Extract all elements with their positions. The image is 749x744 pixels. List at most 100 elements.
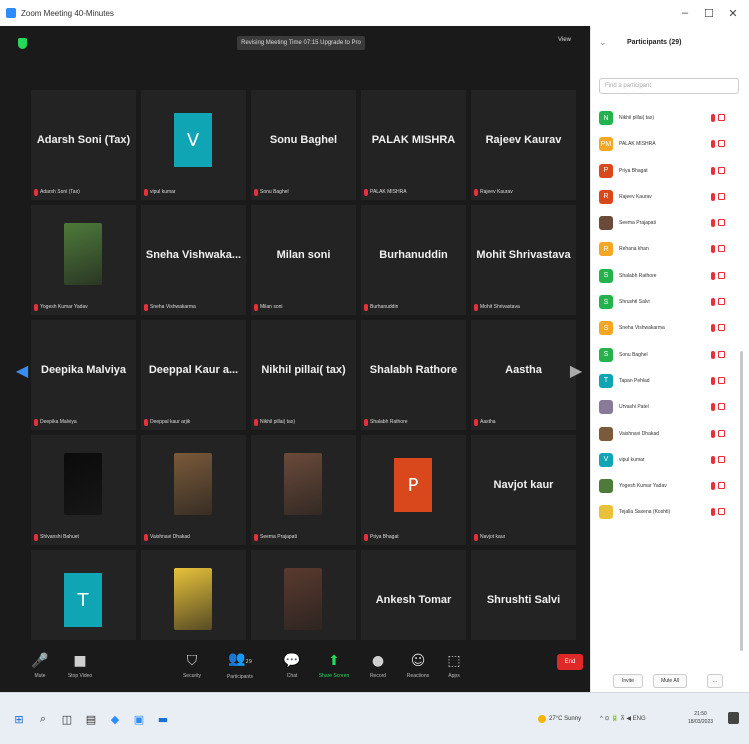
file-explorer-icon[interactable]: ▬ <box>156 712 170 726</box>
video-tile[interactable]: Navjot kaur Navjot kaur <box>471 435 576 545</box>
participant-row[interactable]: P Priya Bhagat <box>591 159 749 185</box>
muted-mic-icon <box>711 114 715 122</box>
chat-button[interactable]: 💬 Chat <box>270 644 314 688</box>
participant-name: Nikhil pillai( tax) <box>619 115 655 121</box>
mute-button[interactable]: 🎤 Mute <box>18 644 62 688</box>
video-off-icon <box>718 482 725 490</box>
participant-row[interactable]: R Rehana khan <box>591 237 749 263</box>
participant-row[interactable]: Tejalla Saxena (Koshti) <box>591 500 749 526</box>
video-tile[interactable]: Nikhil pillai( tax) Nikhil pillai( tax) <box>251 320 356 430</box>
video-tile[interactable]: Rajeev Kaurav Rajeev Kaurav <box>471 90 576 200</box>
view-button[interactable]: View <box>558 37 571 43</box>
video-tile[interactable]: Milan soni Milan soni <box>251 205 356 315</box>
video-tile[interactable]: Burhanuddin Burhanuddin <box>361 205 466 315</box>
invite-button[interactable]: Invite <box>613 674 643 688</box>
video-tile[interactable]: Vaishnavi Dhakad <box>141 435 246 545</box>
muted-mic-icon <box>711 140 715 149</box>
system-tray[interactable]: ^ ⊙ 🔋 ⊼ ◀ ENG <box>600 715 646 722</box>
video-grid: Adarsh Soni (Tax) Adarsh Soni (Tax) Vvipul… <box>31 90 577 662</box>
zoom-app-icon <box>6 8 16 18</box>
weather-text: 27°C Sunny <box>549 716 582 722</box>
security-button[interactable]: ⛉ Security <box>170 644 214 688</box>
weather-widget[interactable]: 27°C Sunny <box>538 715 581 723</box>
video-off-icon <box>718 114 725 121</box>
muted-mic-icon <box>34 533 38 541</box>
next-page-arrow-icon[interactable]: ▶ <box>566 336 586 406</box>
muted-mic-icon <box>34 418 38 426</box>
participant-row[interactable]: Urvashi Patel <box>591 395 749 421</box>
apps-button[interactable]: ⬚ Apps <box>432 644 476 688</box>
participant-row[interactable]: S Sneha Vishwakarma <box>591 316 749 342</box>
participants-button[interactable]: 👥29 Participants <box>218 644 262 688</box>
muted-mic-icon <box>364 533 368 541</box>
video-tile[interactable]: Sonu Baghel Sonu Baghel <box>251 90 356 200</box>
video-tile[interactable]: Deepika Malviya Deepika Malviya <box>31 320 136 430</box>
participant-row[interactable]: N Nikhil pillai( tax) <box>591 106 749 132</box>
minimize-button[interactable]: – <box>674 0 696 26</box>
participants-panel-title: Participants (29) <box>627 39 682 46</box>
zoom-taskbar-icon[interactable]: ▣ <box>132 712 146 726</box>
tile-label-text: Sneha Vishwakarma <box>150 304 196 310</box>
share-screen-button[interactable]: ⬆ Share Screen <box>312 644 356 688</box>
participant-name: Seema Prajapati <box>619 220 656 227</box>
start-windows-icon[interactable]: ⊞ <box>12 712 26 726</box>
stop-video-button[interactable]: ■ Stop Video <box>58 644 102 688</box>
video-tile[interactable]: Adarsh Soni (Tax) Adarsh Soni (Tax) <box>31 90 136 200</box>
video-tile[interactable]: Sneha Vishwaka... Sneha Vishwakarma <box>141 205 246 315</box>
participant-status-icons <box>711 455 725 464</box>
end-meeting-button[interactable]: End <box>557 654 583 670</box>
taskbar-clock[interactable]: 21:50 18/03/2023 <box>688 710 713 726</box>
participant-row[interactable]: S Sonu Baghel <box>591 343 749 369</box>
participant-search-input[interactable]: Find a participant <box>599 78 739 94</box>
video-tile[interactable]: Mohit Shrivastava Mohit Shrivastava <box>471 205 576 315</box>
video-tile[interactable]: Yogesh Kumar Yadav <box>31 205 136 315</box>
more-options-button[interactable]: ... <box>707 674 723 688</box>
tile-name-label: Rajeev Kaurav <box>474 187 513 197</box>
video-tile[interactable]: P Priya Bhagat <box>361 435 466 545</box>
participant-avatar: P <box>599 163 613 178</box>
participant-row[interactable]: Vaishnavi Dhakad <box>591 422 749 448</box>
video-off-icon <box>718 324 725 332</box>
tile-profile-photo <box>284 568 322 630</box>
teams-chat-icon[interactable]: ◆ <box>108 712 122 726</box>
share-screen-icon: ⬆ <box>328 652 340 669</box>
notification-icon[interactable] <box>728 712 739 724</box>
tile-profile-photo <box>64 453 102 515</box>
muted-mic-icon <box>364 418 368 426</box>
encryption-shield-icon[interactable] <box>18 38 27 49</box>
maximize-button[interactable]: ☐ <box>698 0 720 26</box>
record-button[interactable]: ● Record <box>356 644 400 688</box>
participant-list-scrollbar[interactable] <box>740 351 743 651</box>
tile-label-text: vipul kumar <box>150 189 176 195</box>
muted-mic-icon <box>711 429 715 438</box>
close-window-button[interactable]: ✕ <box>722 0 744 26</box>
muted-mic-icon <box>144 418 148 426</box>
task-view-icon[interactable]: ◫ <box>60 712 74 726</box>
participant-row[interactable]: PM PALAK MISHRA <box>591 132 749 158</box>
collapse-panel-chevron-icon[interactable]: ⌄ <box>599 37 607 48</box>
meeting-top-bar: Revising Meeting Time 07:15 Upgrade to P… <box>0 26 590 62</box>
video-tile[interactable]: Vvipul kumar <box>141 90 246 200</box>
search-icon[interactable]: ⌕ <box>36 712 50 726</box>
participant-avatar: V <box>599 452 613 467</box>
muted-mic-icon <box>711 219 715 228</box>
mute-all-button[interactable]: Mute All <box>653 674 687 688</box>
previous-page-arrow-icon[interactable]: ◀ <box>12 336 32 406</box>
participant-row[interactable]: T Tapan Pehlad <box>591 369 749 395</box>
participant-row[interactable]: Yogesh Kumar Yadav <box>591 474 749 500</box>
participant-row[interactable]: S Shrushti Salvi <box>591 290 749 316</box>
participant-row[interactable]: Seema Prajapati <box>591 211 749 237</box>
participant-row[interactable]: Vvipul kumar <box>591 448 749 474</box>
participant-row[interactable]: S Shalabh Rathore <box>591 264 749 290</box>
video-tile[interactable]: Shivanshi Bahuet <box>31 435 136 545</box>
tile-label-text: Aastha <box>480 419 496 425</box>
video-tile[interactable]: Seema Prajapati <box>251 435 356 545</box>
muted-mic-icon <box>711 508 715 517</box>
video-tile[interactable]: PALAK MISHRA PALAK MISHRA <box>361 90 466 200</box>
video-tile[interactable]: Deeppal Kaur a... Deeppal kaur arjik <box>141 320 246 430</box>
video-tile[interactable]: Shalabh Rathore Shalabh Rathore <box>361 320 466 430</box>
widgets-icon[interactable]: ▤ <box>84 712 98 726</box>
participant-row[interactable]: R Rajeev Kaurav <box>591 185 749 211</box>
participant-name: Sonu Baghel <box>619 351 648 358</box>
video-tile[interactable]: Aastha Aastha <box>471 320 576 430</box>
